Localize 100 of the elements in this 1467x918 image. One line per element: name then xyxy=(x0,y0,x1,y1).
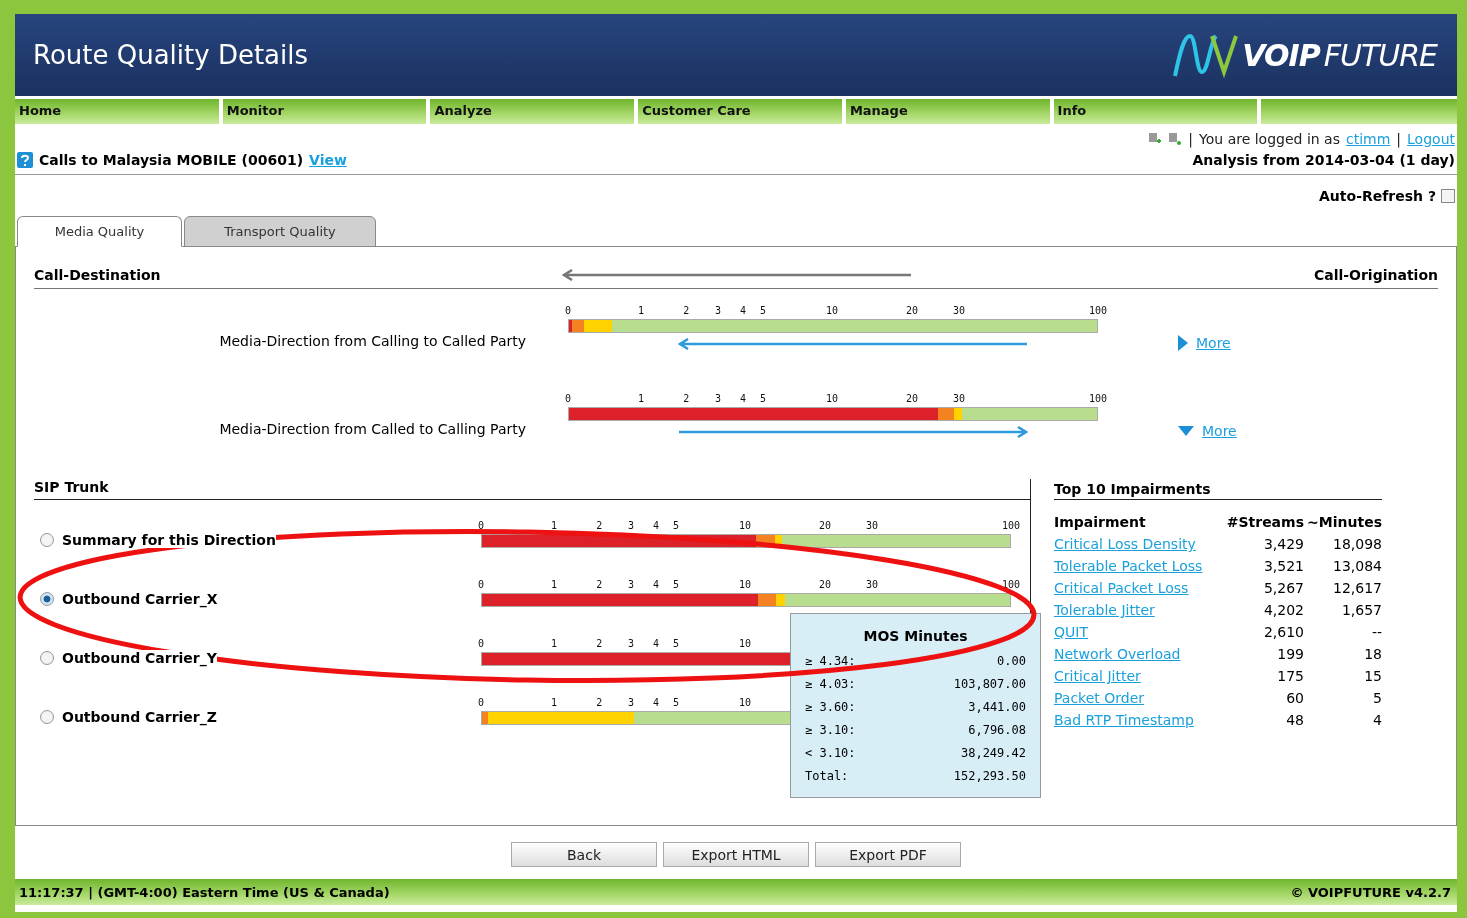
scale-label: 4 xyxy=(652,697,659,708)
scale-label: 20 xyxy=(818,520,831,531)
scale-label: 10 xyxy=(825,393,838,404)
help-icon[interactable] xyxy=(17,152,33,168)
mos-value: 103,807.00 xyxy=(953,676,1026,691)
nav-item[interactable]: Customer Care xyxy=(638,99,842,124)
scale-label: 2 xyxy=(683,393,690,404)
section-heading: Call-Origination xyxy=(1313,266,1438,283)
nav-item[interactable]: Analyze xyxy=(430,99,635,124)
tab[interactable]: Transport Quality xyxy=(184,216,376,247)
mos-value: 6,796.08 xyxy=(968,722,1026,737)
scale-label: 30 xyxy=(953,393,966,404)
section-heading: Call-Destination xyxy=(34,266,161,283)
scale-label: 3 xyxy=(714,393,721,404)
wave-logo-icon xyxy=(1172,32,1239,78)
scale-label: 3 xyxy=(627,638,634,649)
scale-label: 0 xyxy=(478,520,484,531)
separator: | xyxy=(1396,131,1402,147)
scale-label: 3 xyxy=(627,697,634,708)
scale-label: 0 xyxy=(478,638,484,649)
trunk-label: Summary for this Direction xyxy=(62,532,276,548)
logo-text: VOIP xyxy=(1242,37,1320,73)
scale-label: 4 xyxy=(739,305,746,316)
scale-label: 1 xyxy=(551,579,558,590)
table-cell-text: 5 xyxy=(1372,690,1382,706)
nav-item[interactable]: Monitor xyxy=(222,99,427,124)
nav-item[interactable]: Home xyxy=(15,99,219,124)
mos-label: < 3.10: xyxy=(805,745,856,760)
caret-right-icon xyxy=(1178,335,1188,351)
action-button[interactable]: Back xyxy=(511,842,657,867)
action-button[interactable]: Export HTML xyxy=(663,842,809,867)
mos-label: Total: xyxy=(805,768,849,783)
scale-label: 10 xyxy=(738,579,751,590)
mos-value: 0.00 xyxy=(997,653,1026,668)
scale-label: 1 xyxy=(551,638,558,649)
tab[interactable]: Media Quality xyxy=(17,216,182,247)
section-heading: SIP Trunk xyxy=(34,479,109,497)
scale-label: 2 xyxy=(596,520,603,531)
action-button[interactable]: Export PDF xyxy=(815,842,961,867)
trunk-label: Outbound Carrier_Z xyxy=(62,709,217,725)
login-text: You are logged in as xyxy=(1199,131,1340,147)
settings-icon[interactable] xyxy=(1168,132,1183,146)
scale-label: 5 xyxy=(673,579,680,590)
scale-label: 100 xyxy=(1088,305,1108,316)
scale-label: 10 xyxy=(825,305,838,316)
scale-label: 3 xyxy=(627,520,634,531)
scale-label: 5 xyxy=(760,393,767,404)
scale-label: 1 xyxy=(638,305,645,316)
mos-value: 38,249.42 xyxy=(960,745,1026,760)
scale-label: 3 xyxy=(627,579,634,590)
scale-label: 30 xyxy=(866,520,879,531)
page-title: Route Quality Details xyxy=(33,40,309,70)
scale-label: 100 xyxy=(1001,520,1021,531)
radio-button[interactable] xyxy=(40,651,54,665)
scale-label: 4 xyxy=(652,520,659,531)
scale-label: 2 xyxy=(596,638,603,649)
radio-button[interactable] xyxy=(40,710,54,724)
table-cell-text: 13,084 xyxy=(1332,558,1382,574)
scale-label: 0 xyxy=(565,393,571,404)
mos-value: 152,293.50 xyxy=(953,768,1026,783)
logo-text: FUTURE xyxy=(1323,37,1437,73)
table-cell-text: 3,521 xyxy=(1262,558,1304,574)
route-title: Calls to Malaysia MOBILE (00601) xyxy=(39,152,304,168)
scale-label: 5 xyxy=(673,697,680,708)
scale-label: 0 xyxy=(478,697,484,708)
table-cell-text: -- xyxy=(1370,624,1382,640)
table-cell-text: 18 xyxy=(1363,646,1382,662)
scale-label: 4 xyxy=(652,638,659,649)
scale-label: 4 xyxy=(739,393,746,404)
table-cell-text: 18,098 xyxy=(1332,536,1382,552)
radio-button[interactable] xyxy=(40,592,54,606)
scale-label: 0 xyxy=(478,579,484,590)
nav-item[interactable]: Info xyxy=(1053,99,1258,124)
nav-item[interactable]: Manage xyxy=(845,99,1050,124)
direction-label: Media-Direction from Calling to Called Party xyxy=(218,332,526,349)
table-cell-text: 5,267 xyxy=(1262,580,1304,596)
scale-label: 30 xyxy=(953,305,966,316)
auto-refresh-checkbox[interactable] xyxy=(1441,189,1455,203)
version-text: © VOIPFUTURE v4.2.7 xyxy=(1290,884,1451,900)
scale-label: 20 xyxy=(818,579,831,590)
column-header: #Streams xyxy=(1225,514,1304,530)
scale-label: 1 xyxy=(551,697,558,708)
mos-label: ≥ 4.34: xyxy=(805,653,856,668)
auto-refresh-label: Auto-Refresh ? xyxy=(1319,188,1436,204)
table-cell-text: 4 xyxy=(1372,712,1382,728)
add-icon[interactable] xyxy=(1148,132,1163,146)
table-cell-text: 60 xyxy=(1285,690,1304,706)
scale-label: 5 xyxy=(760,305,767,316)
scale-label: 100 xyxy=(1088,393,1108,404)
radio-button[interactable] xyxy=(40,533,54,547)
scale-label: 30 xyxy=(866,579,879,590)
table-cell-text: 15 xyxy=(1363,668,1382,684)
scale-label: 10 xyxy=(738,520,751,531)
table-cell-text: 4,202 xyxy=(1262,602,1304,618)
scale-label: 2 xyxy=(596,697,603,708)
scale-label: 5 xyxy=(673,520,680,531)
table-cell-text: 175 xyxy=(1276,668,1304,684)
scale-label: 2 xyxy=(596,579,603,590)
mos-value: 3,441.00 xyxy=(968,699,1026,714)
scale-label: 100 xyxy=(1001,579,1021,590)
